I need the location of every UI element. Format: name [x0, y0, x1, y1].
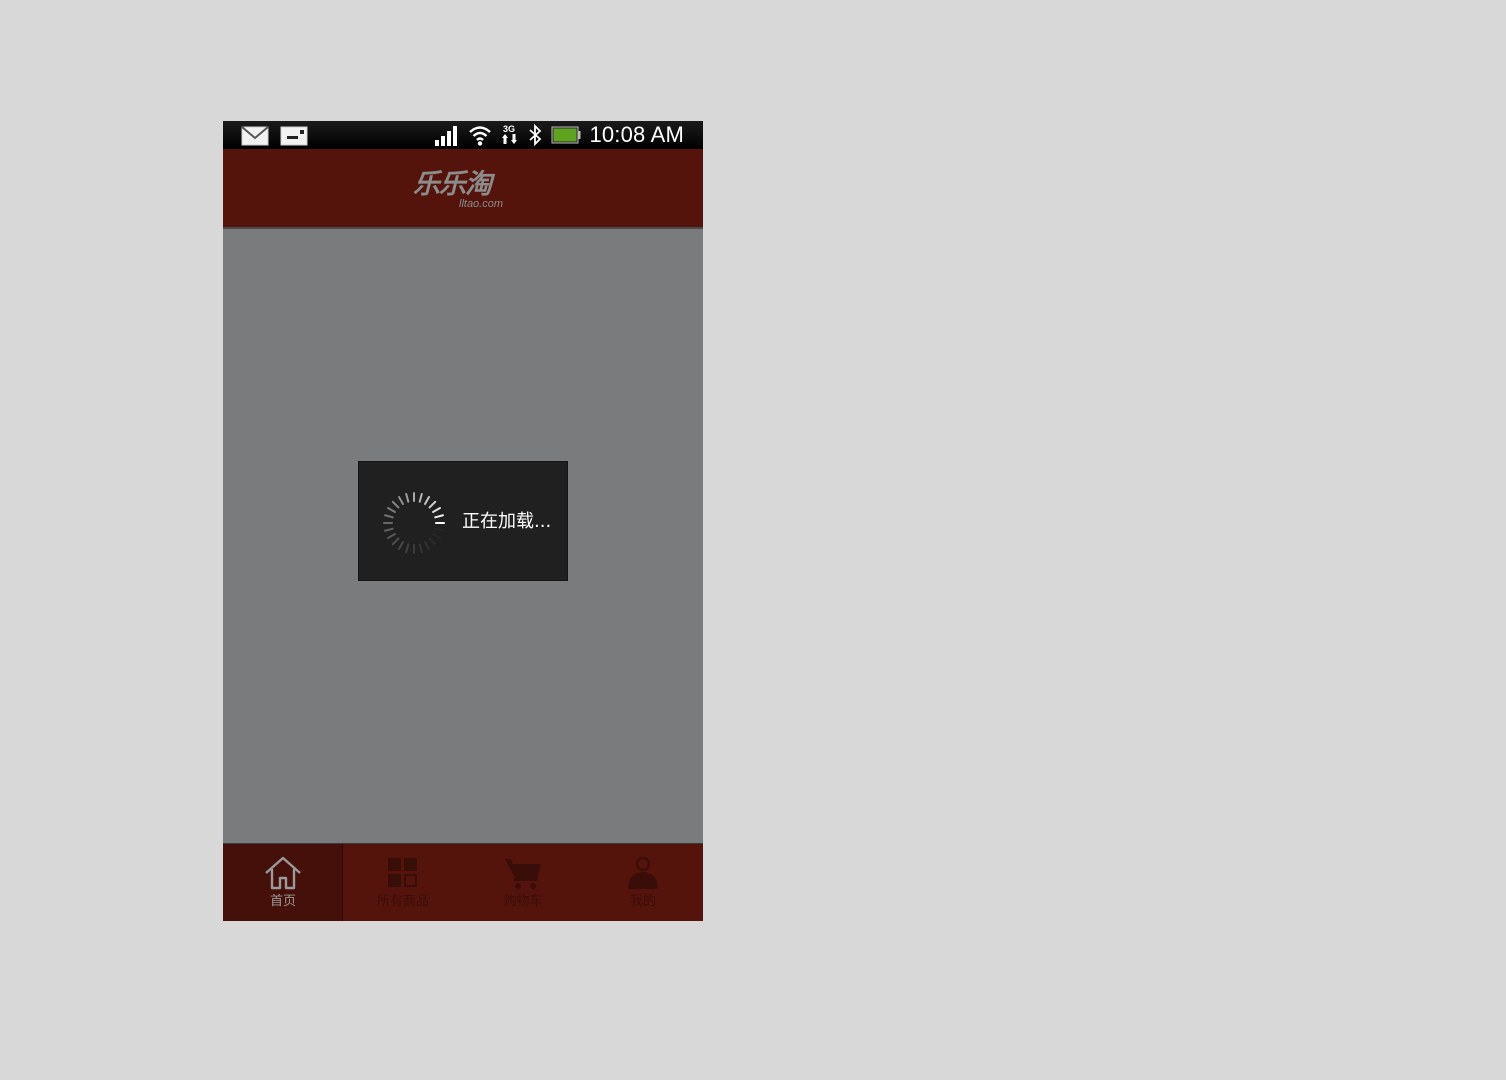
- spinner-tick: [434, 514, 444, 519]
- spinner-tick: [432, 533, 441, 539]
- spinner-tick: [428, 500, 437, 509]
- nav-label-cart: 购物车: [503, 894, 543, 909]
- loading-spinner-icon: [383, 492, 445, 554]
- spinner-tick: [418, 493, 423, 503]
- user-icon: [628, 856, 658, 889]
- spinner-tick: [424, 541, 430, 550]
- spinner-tick: [405, 493, 410, 503]
- spinner-tick: [387, 533, 396, 539]
- spinner-tick: [387, 507, 396, 513]
- mail-icon: [241, 126, 269, 146]
- bluetooth-icon: [529, 124, 542, 146]
- signal-icon: [435, 126, 457, 146]
- svg-text:3G: 3G: [503, 124, 515, 134]
- status-bar: 3G 10:08 AM: [223, 121, 703, 149]
- loading-text: 正在加载...: [462, 511, 552, 532]
- app-header: 乐乐淘 lltao.com: [223, 149, 703, 229]
- spinner-tick: [434, 527, 444, 532]
- spinner-tick: [391, 500, 400, 509]
- cart-icon: [505, 859, 541, 889]
- spinner-tick: [384, 527, 394, 532]
- nav-item-home[interactable]: 首页: [223, 844, 343, 921]
- spinner-tick: [432, 507, 441, 513]
- spinner-tick: [398, 541, 404, 550]
- spinner-tick: [405, 543, 410, 553]
- sim-card-icon: [280, 126, 308, 146]
- spinner-tick: [391, 537, 400, 546]
- status-time: 10:08 AM: [589, 122, 684, 147]
- nav-label-mine: 我的: [629, 894, 656, 909]
- app-logo[interactable]: 乐乐淘 lltao.com: [413, 169, 523, 211]
- spinner-tick: [418, 543, 423, 553]
- nav-item-mine[interactable]: 我的: [583, 844, 703, 921]
- home-icon: [265, 856, 301, 890]
- bottom-navigation: 首页 所有商品 购物车 我的: [223, 843, 703, 921]
- nav-item-cart[interactable]: 购物车: [463, 844, 583, 921]
- nav-label-home: 首页: [269, 894, 296, 909]
- spinner-tick: [424, 496, 430, 505]
- nav-label-all-products: 所有商品: [376, 894, 429, 909]
- phone-screen: 3G 10:08 AM 乐乐淘 lltao.com 正在加载... 首页 所有商…: [223, 121, 703, 921]
- loading-dialog: 正在加载...: [358, 461, 568, 581]
- logo-domain: lltao.com: [459, 198, 504, 210]
- wifi-icon: [469, 126, 491, 146]
- spinner-tick: [384, 514, 394, 519]
- spinner-tick: [428, 537, 437, 546]
- 3g-data-icon: 3G: [502, 124, 517, 144]
- content-area: 正在加载...: [223, 229, 703, 843]
- grid-icon: [388, 858, 417, 887]
- battery-icon: [551, 126, 581, 144]
- logo-text: 乐乐淘: [413, 169, 492, 200]
- spinner-tick: [398, 496, 404, 505]
- nav-item-all-products[interactable]: 所有商品: [343, 844, 463, 921]
